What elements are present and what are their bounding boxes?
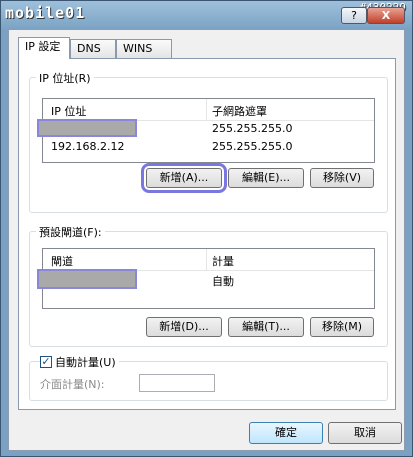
- ok-button[interactable]: 確定: [249, 422, 323, 444]
- ip-list-header: IP 位址 子網路遮罩: [43, 99, 374, 121]
- column-divider: [206, 249, 207, 270]
- help-button[interactable]: ?: [341, 7, 367, 24]
- watermark-logo: mobile01: [5, 4, 86, 22]
- auto-metric-label[interactable]: 自動計量(U): [52, 354, 119, 370]
- ip-remove-button[interactable]: 移除(V): [310, 168, 374, 188]
- column-header-metric: 計量: [212, 255, 234, 268]
- column-divider: [206, 99, 207, 120]
- ip-address-group-title: IP 位址(R): [36, 70, 94, 86]
- tab-wins[interactable]: WINS: [116, 39, 172, 58]
- ip-add-button[interactable]: 新增(A)...: [141, 163, 227, 193]
- column-header-ip: IP 位址: [51, 105, 87, 118]
- tab-panel-ip-settings: IP 位址(R) IP 位址 子網路遮罩 255.255.255.0 192.1…: [18, 58, 396, 410]
- dialog-window: mobile01 #430229 ? X IP 設定 DNS WINS IP 位…: [0, 0, 413, 457]
- auto-metric-checkbox[interactable]: ✓: [40, 356, 52, 368]
- gateway-group-title: 預設閘道(F):: [36, 224, 105, 240]
- gateway-remove-button[interactable]: 移除(M): [310, 317, 374, 337]
- gateway-list-header: 閘道 計量: [43, 249, 374, 271]
- cancel-button[interactable]: 取消: [328, 422, 402, 444]
- gateway-group: 預設閘道(F): 閘道 計量 自動 新增(D)... 編輯(T)... 移除(M…: [29, 224, 388, 347]
- gateway-add-button[interactable]: 新增(D)...: [146, 317, 222, 337]
- list-item-mask[interactable]: 255.255.255.0: [212, 122, 292, 135]
- ip-address-group: IP 位址(R) IP 位址 子網路遮罩 255.255.255.0 192.1…: [29, 70, 388, 213]
- column-header-gateway: 閘道: [51, 255, 73, 268]
- ip-address-list[interactable]: IP 位址 子網路遮罩 255.255.255.0 192.168.2.12 2…: [37, 98, 375, 163]
- list-item-metric[interactable]: 自動: [212, 273, 234, 289]
- dialog-client: IP 設定 DNS WINS IP 位址(R) IP 位址 子網路遮罩 255.…: [8, 29, 405, 451]
- gateway-edit-button[interactable]: 編輯(T)...: [228, 317, 304, 337]
- tab-dns[interactable]: DNS: [70, 39, 116, 58]
- metric-group: ✓ 自動計量(U) 介面計量(N):: [29, 354, 388, 401]
- close-button[interactable]: X: [367, 7, 405, 24]
- interface-metric-input[interactable]: [139, 374, 215, 392]
- title-bar: mobile01 #430229 ? X: [1, 1, 412, 29]
- redacted-ip-address: [37, 119, 137, 137]
- gateway-list[interactable]: 閘道 計量 自動: [37, 248, 375, 309]
- list-item-mask[interactable]: 255.255.255.0: [212, 140, 292, 153]
- interface-metric-label: 介面計量(N):: [40, 378, 105, 391]
- ip-edit-button[interactable]: 編輯(E)...: [228, 168, 304, 188]
- redacted-gateway: [37, 269, 137, 289]
- column-header-mask: 子網路遮罩: [212, 105, 267, 118]
- tab-ip-settings[interactable]: IP 設定: [18, 37, 70, 59]
- list-item-ip[interactable]: 192.168.2.12: [51, 140, 124, 153]
